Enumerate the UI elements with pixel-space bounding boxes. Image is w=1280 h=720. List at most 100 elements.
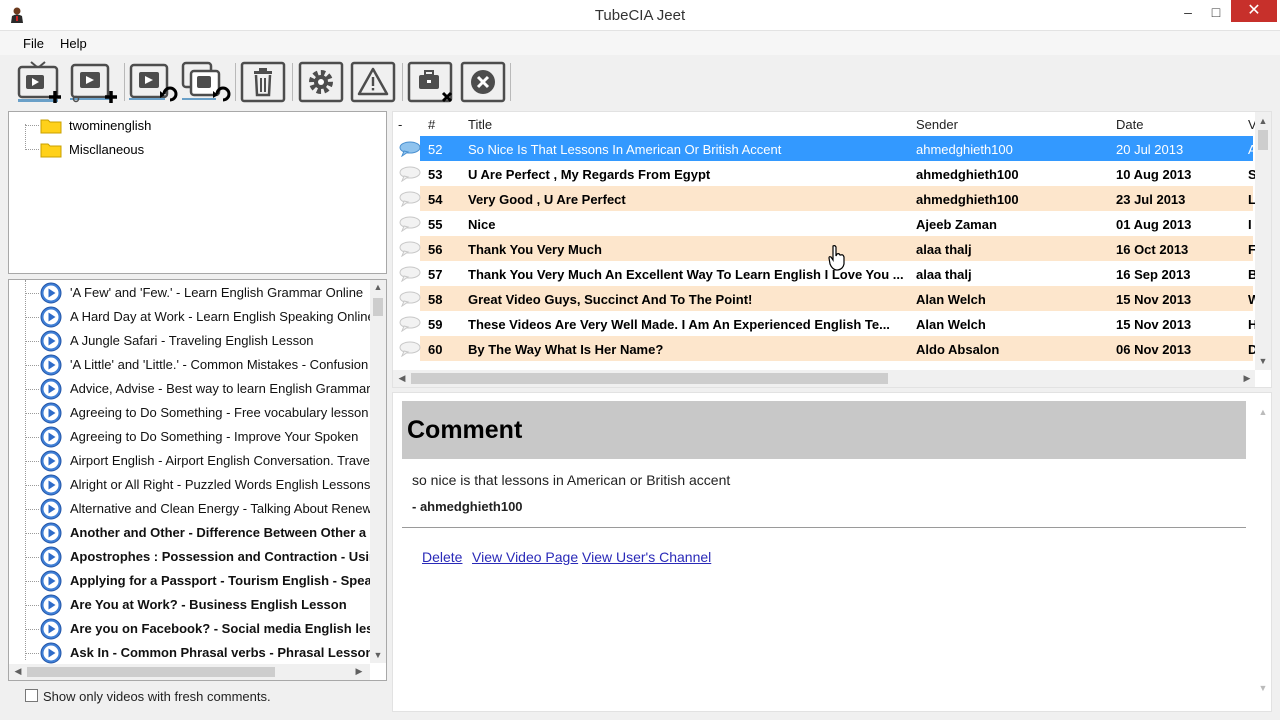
play-icon bbox=[40, 498, 62, 520]
play-icon bbox=[40, 402, 62, 424]
video-add-icon[interactable] bbox=[69, 61, 121, 103]
scroll-thumb[interactable] bbox=[27, 667, 275, 677]
folder-icon bbox=[40, 143, 62, 158]
cell-number: 58 bbox=[428, 292, 443, 307]
video-title: Airport English - Airport English Conver… bbox=[70, 453, 373, 468]
comment-row[interactable]: 53 U Are Perfect , My Regards From Egypt a… bbox=[393, 161, 1257, 186]
tv-add-icon[interactable] bbox=[17, 61, 67, 103]
comment-row[interactable]: 54 Very Good , U Are Perfect ahmedghieth10… bbox=[393, 186, 1256, 211]
video-list-item[interactable]: Airport English - Airport English Conver… bbox=[9, 449, 379, 473]
video-list-item[interactable]: Ask In - Common Phrasal verbs - Phrasal … bbox=[9, 641, 379, 665]
comment-bubble-icon bbox=[399, 341, 421, 357]
fresh-comments-checkbox[interactable] bbox=[25, 689, 38, 702]
video-title: 'A Little' and 'Little.' - Common Mistak… bbox=[70, 357, 369, 372]
column-header-date[interactable]: Date bbox=[1116, 117, 1143, 132]
cell-title: Great Video Guys, Succinct And To The Po… bbox=[468, 292, 753, 307]
view-video-page-link[interactable]: View Video Page bbox=[472, 549, 578, 565]
scroll-thumb[interactable] bbox=[411, 373, 888, 384]
play-icon bbox=[40, 426, 62, 448]
toolbox-remove-icon[interactable] bbox=[407, 61, 455, 103]
video-title: Are You at Work? - Business English Less… bbox=[70, 597, 347, 612]
video-title: Agreeing to Do Something - Improve Your … bbox=[70, 429, 359, 444]
menu-file[interactable]: File bbox=[23, 36, 44, 51]
scroll-down-arrow[interactable]: ▼ bbox=[1256, 683, 1270, 693]
video-list-item[interactable]: 'A Few' and 'Few.' - Learn English Gramm… bbox=[9, 281, 379, 305]
video-list-vscrollbar[interactable]: ▲ ▼ bbox=[370, 280, 386, 663]
maximize-button[interactable]: □ bbox=[1201, 0, 1231, 24]
video-list-panel: 'A Few' and 'Few.' - Learn English Gramm… bbox=[8, 279, 387, 681]
comment-detail-pane: Comment so nice is that lessons in Ameri… bbox=[392, 392, 1272, 712]
comment-bubble-icon bbox=[399, 191, 421, 207]
gear-icon[interactable] bbox=[298, 61, 344, 103]
video-list-item[interactable]: A Jungle Safari - Traveling English Less… bbox=[9, 329, 379, 353]
folder-item[interactable]: Miscllaneous bbox=[9, 139, 379, 161]
scroll-down-arrow[interactable]: ▼ bbox=[1256, 356, 1270, 366]
grid-vscrollbar[interactable]: ▲ ▼ bbox=[1255, 112, 1271, 370]
cell-sender: alaa thalj bbox=[916, 242, 972, 257]
comment-row[interactable]: 56 Thank You Very Much alaa thalj 16 Oct 20… bbox=[393, 236, 1256, 261]
column-header-sender[interactable]: Sender bbox=[916, 117, 958, 132]
scroll-thumb[interactable] bbox=[1258, 130, 1268, 150]
grid-header: - # Title Sender Date V bbox=[393, 112, 1263, 136]
detail-vscrollbar[interactable]: ▲ ▼ bbox=[1255, 393, 1271, 711]
video-list-item[interactable]: Apostrophes : Possession and Contraction… bbox=[9, 545, 379, 569]
cell-date: 23 Jul 2013 bbox=[1116, 192, 1186, 207]
video-list-item[interactable]: Another and Other - Difference Between O… bbox=[9, 521, 379, 545]
scroll-up-arrow[interactable]: ▲ bbox=[371, 282, 385, 292]
play-icon bbox=[40, 594, 62, 616]
scroll-left-arrow[interactable]: ◀ bbox=[395, 373, 409, 384]
scroll-thumb[interactable] bbox=[373, 298, 383, 316]
video-title: A Hard Day at Work - Learn English Speak… bbox=[70, 309, 375, 324]
play-icon bbox=[40, 330, 62, 352]
video-list-item[interactable]: Are You at Work? - Business English Less… bbox=[9, 593, 379, 617]
column-header-dash[interactable]: - bbox=[398, 117, 402, 132]
view-user-channel-link[interactable]: View User's Channel bbox=[582, 549, 711, 565]
scroll-up-arrow[interactable]: ▲ bbox=[1256, 116, 1270, 126]
comment-row[interactable]: 57 Thank You Very Much An Excellent Way T… bbox=[393, 261, 1257, 286]
scroll-left-arrow[interactable]: ◀ bbox=[11, 666, 25, 677]
cell-date: 06 Nov 2013 bbox=[1116, 342, 1192, 357]
toolbar bbox=[0, 55, 1280, 109]
minimize-button[interactable]: ‒ bbox=[1173, 0, 1203, 24]
video-list-item[interactable]: Applying for a Passport - Tourism Englis… bbox=[9, 569, 379, 593]
trash-icon[interactable] bbox=[240, 61, 286, 103]
warning-icon[interactable] bbox=[350, 61, 396, 103]
video-list-item[interactable]: Alright or All Right - Puzzled Words Eng… bbox=[9, 473, 379, 497]
video-title: Alright or All Right - Puzzled Words Eng… bbox=[70, 477, 371, 492]
delete-link[interactable]: Delete bbox=[422, 549, 462, 565]
video-list-item[interactable]: 'A Little' and 'Little.' - Common Mistak… bbox=[9, 353, 379, 377]
comment-row[interactable]: 58 Great Video Guys, Succinct And To The … bbox=[393, 286, 1260, 311]
video-list-item[interactable]: Agreeing to Do Something - Improve Your … bbox=[9, 425, 379, 449]
video-list-item[interactable]: Advice, Advise - Best way to learn Engli… bbox=[9, 377, 379, 401]
comment-bubble-icon bbox=[399, 241, 421, 257]
folder-label: twominenglish bbox=[69, 118, 152, 133]
comment-row[interactable]: 55 Nice Ajeeb Zaman 01 Aug 2013 I bbox=[393, 211, 1253, 236]
toolbar-separator bbox=[235, 63, 236, 101]
video-list-item[interactable]: A Hard Day at Work - Learn English Speak… bbox=[9, 305, 379, 329]
menu-help[interactable]: Help bbox=[60, 36, 87, 51]
comment-row[interactable]: 52 So Nice Is That Lessons In American Or… bbox=[393, 136, 1257, 161]
scroll-right-arrow[interactable]: ▶ bbox=[1240, 373, 1254, 384]
column-header-number[interactable]: # bbox=[428, 117, 435, 132]
close-button[interactable]: ✕ bbox=[1231, 0, 1277, 22]
video-list-item[interactable]: Alternative and Clean Energy - Talking A… bbox=[9, 497, 379, 521]
cell-sender: alaa thalj bbox=[916, 267, 972, 282]
video-refresh-icon[interactable] bbox=[128, 61, 178, 103]
folder-item[interactable]: twominenglish bbox=[9, 115, 379, 137]
video-title: Advice, Advise - Best way to learn Engli… bbox=[70, 381, 371, 396]
close-circle-icon[interactable] bbox=[460, 61, 506, 103]
scroll-down-arrow[interactable]: ▼ bbox=[371, 650, 385, 660]
comment-row[interactable]: 60 By The Way What Is Her Name? Aldo Absal… bbox=[393, 336, 1257, 361]
column-header-title[interactable]: Title bbox=[468, 117, 492, 132]
video-list-item[interactable]: Are you on Facebook? - Social media Engl… bbox=[9, 617, 379, 641]
play-icon bbox=[40, 450, 62, 472]
comment-row[interactable]: 59 These Videos Are Very Well Made. I Am … bbox=[393, 311, 1257, 336]
video-list-item[interactable]: Agreeing to Do Something - Free vocabula… bbox=[9, 401, 379, 425]
scroll-right-arrow[interactable]: ▶ bbox=[352, 666, 366, 677]
cell-date: 01 Aug 2013 bbox=[1116, 217, 1192, 232]
videos-refresh-icon[interactable] bbox=[181, 61, 231, 103]
grid-hscrollbar[interactable]: ◀ ▶ bbox=[393, 370, 1255, 387]
scroll-up-arrow[interactable]: ▲ bbox=[1256, 407, 1270, 417]
video-list-hscrollbar[interactable]: ◀ ▶ bbox=[9, 664, 370, 680]
video-title: Another and Other - Difference Between O… bbox=[70, 525, 367, 540]
